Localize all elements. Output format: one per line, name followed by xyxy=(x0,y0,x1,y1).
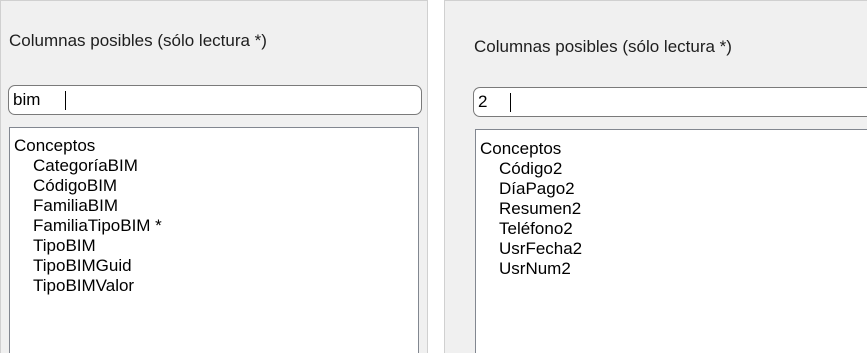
left-search-input[interactable] xyxy=(13,90,64,110)
left-columns-panel: Columnas posibles (sólo lectura *) Conce… xyxy=(0,0,428,353)
list-item[interactable]: Teléfono2 xyxy=(480,219,867,239)
list-item[interactable]: UsrNum2 xyxy=(480,259,867,279)
list-item[interactable]: UsrFecha2 xyxy=(480,239,867,259)
list-item[interactable]: TipoBIM xyxy=(14,236,418,256)
list-item[interactable]: Código2 xyxy=(480,159,867,179)
list-item[interactable]: CódigoBIM xyxy=(14,176,418,196)
left-panel-label: Columnas posibles (sólo lectura *) xyxy=(9,31,267,50)
right-search-input[interactable] xyxy=(478,92,509,112)
list-group-header: Conceptos xyxy=(14,136,96,155)
panel-separator xyxy=(428,0,444,353)
text-caret xyxy=(65,90,66,110)
list-item[interactable]: CategoríaBIM xyxy=(14,156,418,176)
list-item[interactable]: TipoBIMGuid xyxy=(14,256,418,276)
list-item[interactable]: Resumen2 xyxy=(480,199,867,219)
left-search-field[interactable] xyxy=(8,85,422,115)
right-search-field[interactable] xyxy=(473,87,867,117)
list-item[interactable]: DíaPago2 xyxy=(480,179,867,199)
right-columns-panel: Columnas posibles (sólo lectura *) Conce… xyxy=(444,0,867,353)
text-caret xyxy=(510,92,511,112)
screenshot-stage: Columnas posibles (sólo lectura *) Conce… xyxy=(0,0,867,353)
left-columns-list[interactable]: Conceptos CategoríaBIM CódigoBIM Familia… xyxy=(9,127,419,353)
right-panel-label: Columnas posibles (sólo lectura *) xyxy=(474,37,732,56)
list-item[interactable]: FamiliaTipoBIM * xyxy=(14,216,418,236)
list-item[interactable]: FamiliaBIM xyxy=(14,196,418,216)
list-group-header: Conceptos xyxy=(480,139,562,158)
list-item[interactable]: TipoBIMValor xyxy=(14,276,418,296)
right-columns-list[interactable]: Conceptos Código2 DíaPago2 Resumen2 Telé… xyxy=(475,129,867,353)
